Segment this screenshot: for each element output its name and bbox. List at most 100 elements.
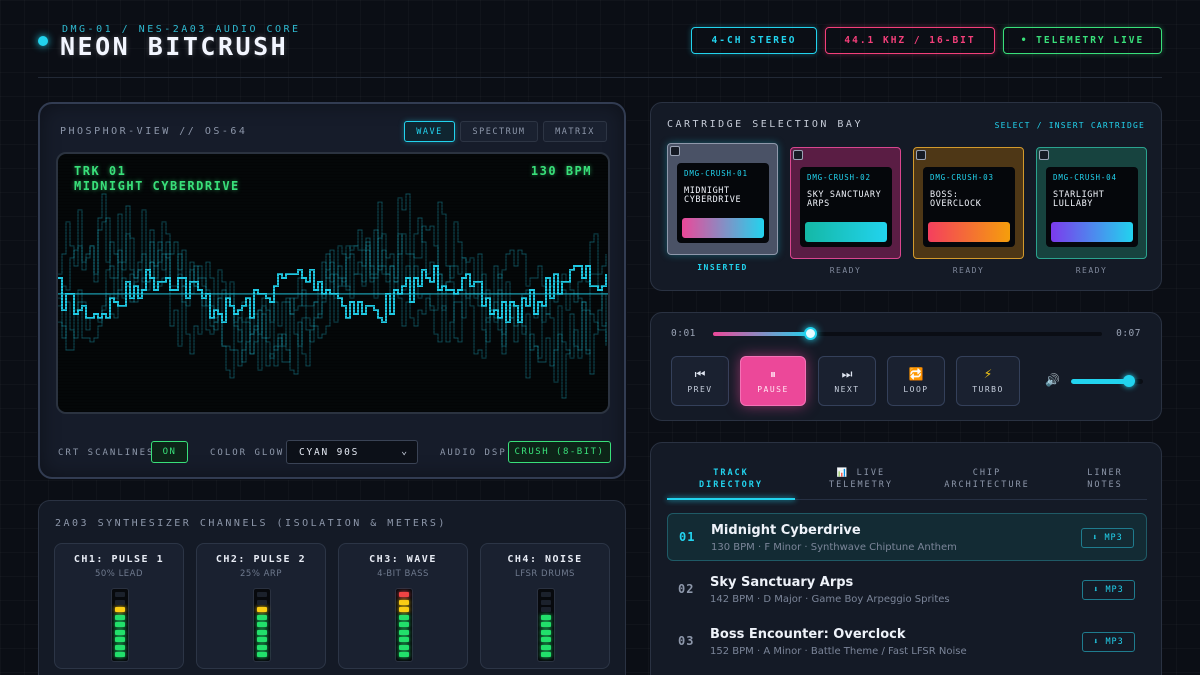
meter-segment (257, 644, 267, 650)
meter-segment (541, 644, 551, 650)
bpm-label: 130 BPM (530, 164, 592, 178)
cartridge-2-status: READY (829, 266, 862, 275)
color-glow-select[interactable]: CYAN 90S ⌄ (286, 440, 418, 464)
meter-segment (115, 629, 125, 635)
cartridge-label: DMG-CRUSH-03 Boss: Overclock (923, 167, 1015, 247)
lightning-icon: ⚡ (983, 367, 993, 381)
meter-segment (399, 652, 409, 657)
cartridge-color-bar (1051, 222, 1133, 242)
pause-label: PAUSE (757, 385, 789, 394)
cartridge-bay-panel: CARTRIDGE SELECTION BAY SELECT / INSERT … (650, 102, 1162, 291)
meter-segment (399, 644, 409, 650)
badge-telemetry: • TELEMETRY LIVE (1003, 27, 1162, 54)
cartridge-notch (793, 150, 803, 160)
download-mp3-button[interactable]: ⬇ MP3 (1082, 632, 1135, 652)
next-label: NEXT (834, 385, 860, 394)
tab-live-telemetry[interactable]: 📊 LIVE TELEMETRY (799, 457, 923, 501)
cartridge-name: Sky Sanctuary Arps (807, 190, 882, 209)
meter-segment (541, 652, 551, 657)
seek-handle[interactable] (804, 327, 818, 340)
channel-pulse-2[interactable]: CH2: PULSE 2 25% ARP (196, 543, 326, 669)
scanlines-toggle[interactable]: ON (151, 441, 188, 463)
cartridge-label: DMG-CRUSH-02 Sky Sanctuary Arps (800, 167, 892, 247)
meter-segment (541, 614, 551, 620)
track-row-03[interactable]: 03 Boss Encounter: Overclock 152 BPM · A… (667, 618, 1147, 666)
cartridge-2[interactable]: DMG-CRUSH-02 Sky Sanctuary Arps (790, 147, 901, 259)
meter-segment (541, 607, 551, 612)
cartridge-notch (670, 146, 680, 156)
cartridge-1[interactable]: DMG-CRUSH-01 Midnight Cyberdrive (667, 143, 778, 255)
cartridge-3-status: READY (952, 266, 985, 275)
track-row-02[interactable]: 02 Sky Sanctuary Arps 142 BPM · D Major … (667, 566, 1147, 614)
select-cartridge-link[interactable]: SELECT / INSERT CARTRIDGE (995, 121, 1145, 130)
meter-segment (257, 622, 267, 627)
cartridge-id: DMG-CRUSH-04 (1053, 173, 1117, 182)
channel-description: 25% ARP (240, 569, 282, 579)
transport-panel: 0:01 0:07 ⏮ PREV ⏸ PAUSE ⏭ NEXT 🔁 LOOP ⚡… (650, 312, 1162, 421)
next-button[interactable]: ⏭ NEXT (818, 356, 876, 406)
cartridge-color-bar (805, 222, 887, 242)
track-title: Midnight Cyberdrive (711, 523, 861, 538)
loop-icon: 🔁 (908, 367, 924, 381)
meter-segment (115, 652, 125, 657)
seek-bar[interactable] (713, 327, 1102, 340)
phosphor-viewer-panel: PHOSPHOR-VIEW // OS-64 WAVE SPECTRUM MAT… (38, 102, 626, 479)
channel-name: CH4: NOISE (507, 554, 583, 565)
turbo-button[interactable]: ⚡ TURBO (956, 356, 1020, 406)
meter-segment (115, 637, 125, 642)
audio-dsp-toggle[interactable]: CRUSH (8-BIT) (508, 441, 611, 463)
cartridge-id: DMG-CRUSH-03 (930, 173, 994, 182)
channel-description: 50% LEAD (94, 569, 144, 579)
time-current: 0:01 (671, 328, 696, 339)
volume-fill (1071, 379, 1129, 384)
channel-description: 4-BIT BASS (377, 569, 429, 579)
time-total: 0:07 (1116, 328, 1141, 339)
loop-button[interactable]: 🔁 LOOP (887, 356, 945, 406)
pause-icon: ⏸ (769, 367, 776, 381)
track-row-01[interactable]: 01 Midnight Cyberdrive 130 BPM · F Minor… (667, 513, 1147, 561)
cartridge-3[interactable]: DMG-CRUSH-03 Boss: Overclock (913, 147, 1024, 259)
mode-wave-button[interactable]: WAVE (404, 121, 455, 142)
badge-sample-rate: 44.1 KHZ / 16-BIT (825, 27, 995, 54)
chevron-down-icon: ⌄ (401, 446, 409, 457)
mode-matrix-button[interactable]: MATRIX (543, 121, 607, 142)
volume-slider[interactable] (1071, 375, 1143, 387)
meter-segment (541, 629, 551, 635)
meter-segment (399, 622, 409, 627)
meter-segment (541, 592, 551, 597)
tab-track-directory[interactable]: TRACK DIRECTORY (667, 457, 795, 501)
badge-stereo: 4-CH STEREO (691, 27, 817, 54)
prev-button[interactable]: ⏮ PREV (671, 356, 729, 406)
tab-chip-architecture[interactable]: CHIP ARCHITECTURE (927, 457, 1047, 501)
tab-liner-notes[interactable]: LINER NOTES (1055, 457, 1155, 501)
channel-wave[interactable]: CH3: WAVE 4-BIT BASS (338, 543, 468, 669)
track-title: Boss Encounter: Overclock (710, 627, 906, 642)
meter-segment (541, 622, 551, 627)
download-mp3-button[interactable]: ⬇ MP3 (1082, 580, 1135, 600)
meter-segment (115, 614, 125, 620)
download-mp3-button[interactable]: ⬇ MP3 (1081, 528, 1134, 548)
status-indicator-dot (38, 36, 48, 46)
level-meter (537, 588, 555, 662)
meter-segment (399, 637, 409, 642)
channel-noise[interactable]: CH4: NOISE LFSR DRUMS (480, 543, 610, 669)
meter-segment (257, 652, 267, 657)
meter-segment (257, 629, 267, 635)
cartridge-4[interactable]: DMG-CRUSH-04 Starlight Lullaby (1036, 147, 1147, 259)
meter-segment (115, 599, 125, 605)
volume-icon: 🔊 (1045, 373, 1060, 387)
synth-channels-panel: 2A03 SYNTHESIZER CHANNELS (ISOLATION & M… (38, 500, 626, 675)
meter-segment (257, 599, 267, 605)
channel-pulse-1[interactable]: CH1: PULSE 1 50% LEAD (54, 543, 184, 669)
prev-label: PREV (687, 385, 713, 394)
mode-spectrum-button[interactable]: SPECTRUM (460, 121, 538, 142)
cartridge-bay-label: CARTRIDGE SELECTION BAY (667, 119, 863, 130)
viewer-label: PHOSPHOR-VIEW // OS-64 (60, 126, 248, 137)
cartridge-id: DMG-CRUSH-01 (684, 169, 748, 178)
track-meta: 152 BPM · A Minor · Battle Theme / Fast … (710, 646, 967, 657)
cartridge-color-bar (682, 218, 764, 238)
pause-button[interactable]: ⏸ PAUSE (740, 356, 806, 406)
volume-handle[interactable] (1122, 375, 1135, 387)
turbo-label: TURBO (972, 385, 1004, 394)
cartridge-4-status: READY (1075, 266, 1108, 275)
